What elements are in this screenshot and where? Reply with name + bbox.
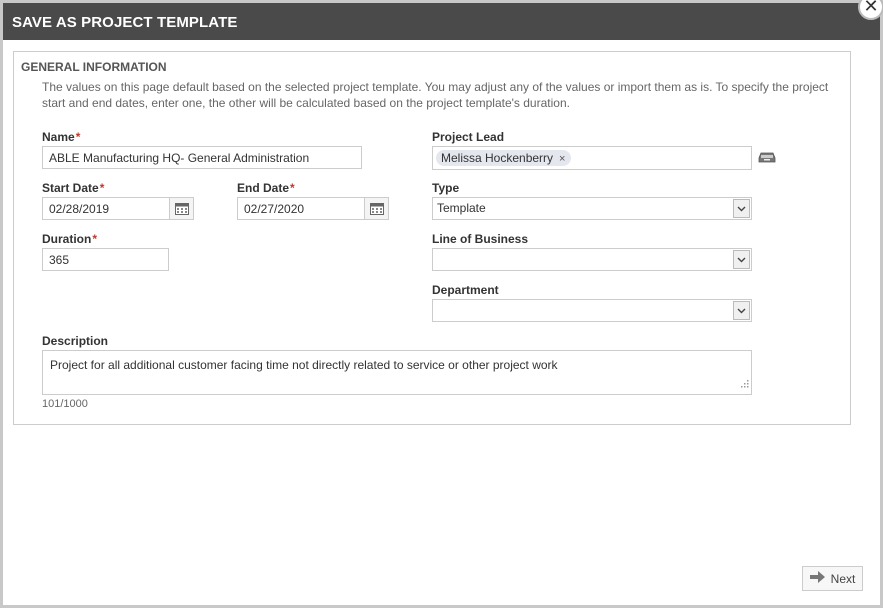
end-date-label: End Date*	[237, 181, 295, 195]
type-select[interactable]: Template	[432, 197, 752, 220]
start-date-picker	[42, 197, 194, 220]
chevron-down-icon[interactable]	[733, 199, 750, 218]
calendar-icon[interactable]	[364, 197, 389, 220]
section-intro-text: The values on this page default based on…	[42, 80, 829, 110]
duration-label: Duration*	[42, 232, 97, 246]
project-lead-token-label: Melissa Hockenberry	[441, 151, 554, 165]
general-information-panel: GENERAL INFORMATION The values on this p…	[13, 51, 851, 425]
resize-handle-icon[interactable]	[741, 377, 749, 392]
start-date-label: Start Date*	[42, 181, 104, 195]
line-of-business-label: Line of Business	[432, 232, 529, 246]
save-as-project-template-dialog: SAVE AS PROJECT TEMPLATE GENERAL INFORMA…	[3, 3, 880, 605]
start-date-label-text: Start Date	[42, 181, 99, 195]
address-book-icon[interactable]	[758, 150, 776, 167]
calendar-icon[interactable]	[169, 197, 194, 220]
description-label: Description	[42, 334, 109, 348]
line-of-business-select[interactable]	[432, 248, 752, 271]
arrow-right-icon	[809, 571, 825, 586]
start-date-input[interactable]	[42, 197, 170, 220]
dialog-titlebar: SAVE AS PROJECT TEMPLATE	[3, 3, 880, 40]
type-label: Type	[432, 181, 460, 195]
project-lead-token[interactable]: Melissa Hockenberry ×	[436, 150, 572, 166]
name-label-text: Name	[42, 130, 75, 144]
end-date-label-text: End Date	[237, 181, 290, 195]
next-button-label: Next	[830, 571, 856, 586]
end-date-picker	[237, 197, 389, 220]
department-label: Department	[432, 283, 499, 297]
name-input[interactable]	[42, 146, 362, 169]
remove-token-icon[interactable]: ×	[559, 153, 565, 165]
chevron-down-icon[interactable]	[733, 301, 750, 320]
duration-label-text: Duration	[42, 232, 92, 246]
next-button[interactable]: Next	[802, 566, 863, 591]
description-char-counter: 101/1000	[42, 398, 88, 410]
project-lead-field[interactable]: Melissa Hockenberry ×	[432, 146, 752, 170]
project-lead-label: Project Lead	[432, 130, 505, 144]
chevron-down-icon[interactable]	[733, 250, 750, 269]
required-mark: *	[75, 130, 81, 144]
duration-input[interactable]	[42, 248, 169, 271]
required-mark: *	[92, 232, 98, 246]
type-selected-value: Template	[437, 201, 486, 215]
name-label: Name*	[42, 130, 80, 144]
dialog-title: SAVE AS PROJECT TEMPLATE	[12, 14, 238, 31]
description-textarea[interactable]: Project for all additional customer faci…	[42, 350, 752, 395]
required-mark: *	[99, 181, 105, 195]
close-icon[interactable]: ✕	[858, 0, 883, 20]
end-date-input[interactable]	[237, 197, 365, 220]
description-text: Project for all additional customer faci…	[50, 358, 558, 372]
required-mark: *	[290, 181, 295, 195]
department-select[interactable]	[432, 299, 752, 322]
section-title: GENERAL INFORMATION	[21, 60, 167, 74]
